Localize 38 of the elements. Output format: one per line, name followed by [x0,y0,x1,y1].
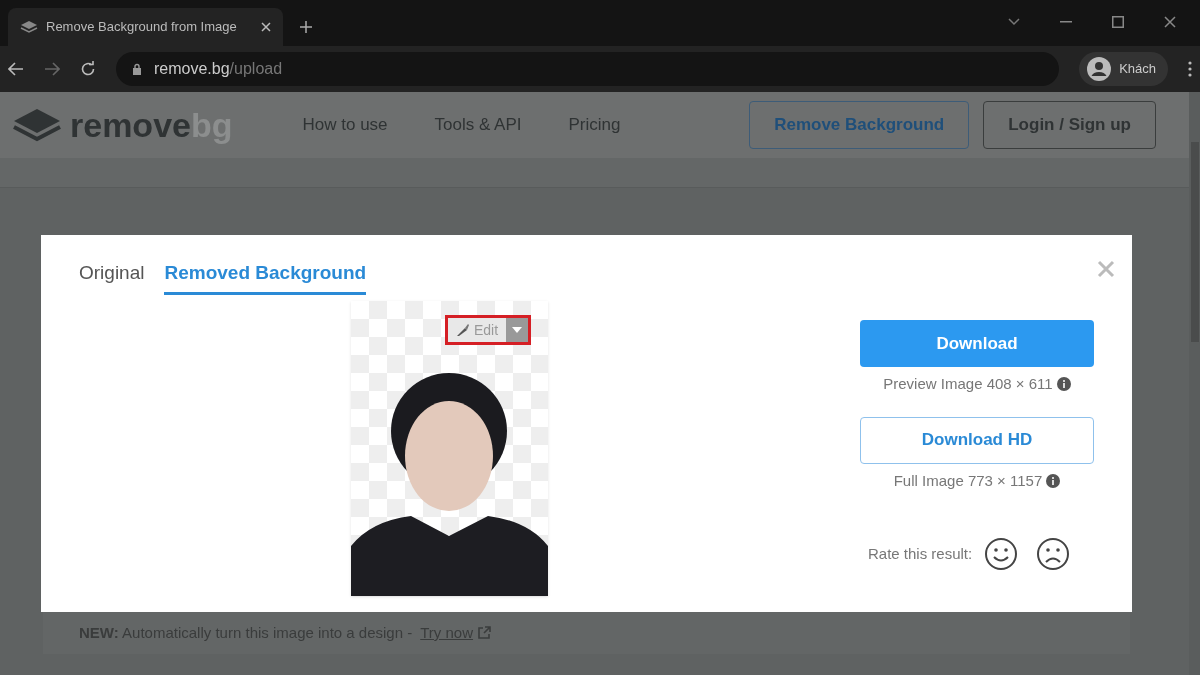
download-button[interactable]: Download [860,320,1094,367]
new-tab-icon[interactable] [299,20,313,34]
layers-logo-icon [12,107,62,143]
lock-icon [132,63,142,75]
smiley-icon[interactable] [984,537,1019,571]
remove-background-button[interactable]: Remove Background [749,101,970,149]
rate-label: Rate this result: [868,543,973,564]
nav-link[interactable]: Pricing [568,112,621,138]
nav-link[interactable]: Tools & API [434,112,522,138]
download-hd-button[interactable]: Download HD [860,416,1094,464]
image-size-caption: Full Image 773 × 1157 [893,470,1043,491]
close-icon[interactable] [261,22,271,32]
maximize-icon[interactable] [1112,16,1124,28]
tab-title: Remove Background from Image [46,18,238,37]
view-tab[interactable]: Original [79,259,145,295]
person-icon [1087,57,1112,81]
chevron-down-icon[interactable] [1008,18,1020,26]
address-bar[interactable]: remove.bg/upload [116,52,1060,86]
edit-button[interactable]: Edit [445,315,532,345]
sad-face-icon[interactable] [1036,537,1071,571]
forward-arrow-icon[interactable] [44,62,60,76]
back-arrow-icon[interactable] [8,62,24,76]
url-text: remove.bg/upload [154,59,283,79]
nav-link[interactable]: How to use [302,112,388,138]
reload-icon[interactable] [80,61,96,77]
info-icon[interactable] [1046,473,1061,488]
brush-icon [456,323,470,337]
view-tab[interactable]: Removed Background [164,259,367,295]
profile-button[interactable]: Khách [1079,52,1168,86]
scrollbar[interactable] [1189,92,1200,675]
login-button[interactable]: Login / Sign up [983,101,1156,149]
image-size-caption: Preview Image 408 × 611 [883,374,1053,394]
info-icon[interactable] [1056,377,1071,392]
menu-icon[interactable] [1188,61,1192,77]
close-icon[interactable] [1164,16,1176,28]
layers-icon [20,20,38,34]
browser-tab[interactable]: Remove Background from Image [8,8,283,46]
caret-icon [512,327,523,333]
